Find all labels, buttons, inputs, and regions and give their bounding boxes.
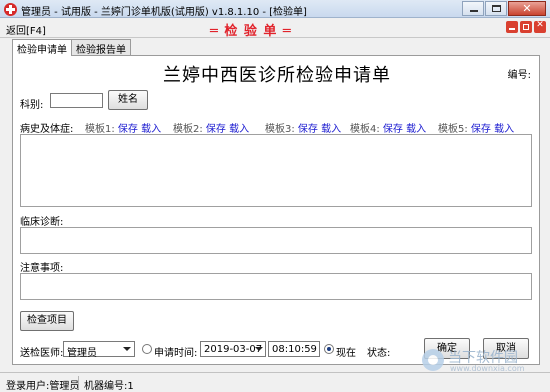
status-divider — [78, 376, 79, 389]
history-textarea[interactable] — [20, 134, 532, 207]
close-icon: ✕ — [522, 2, 532, 15]
template-2: 模板2: 保存 载入 — [173, 120, 249, 135]
notes-textarea[interactable] — [20, 273, 532, 300]
doctor-value: 管理员 — [67, 348, 97, 359]
mdi-minimize-icon — [509, 28, 515, 30]
diagnosis-textarea[interactable] — [20, 227, 532, 254]
name-button[interactable]: 姓名 — [108, 90, 148, 110]
chevron-down-icon — [255, 347, 263, 351]
template-3: 模板3: 保存 载入 — [265, 120, 341, 135]
diagnosis-label: 临床诊断: — [20, 217, 64, 228]
notes-label: 注意事项: — [20, 263, 64, 274]
status-label: 状态: — [367, 348, 391, 359]
time-value: 08:10:59 — [272, 344, 317, 355]
menu-bar: 返回[F4] ═ 检 验 单 ═ ✕ — [0, 18, 550, 39]
check-items-button[interactable]: 检查项目 — [20, 311, 74, 331]
lab-request-panel: 兰婷中西医诊所检验申请单 编号: 科别: 姓名 病史及体症: 模板1: 保存 载… — [12, 55, 540, 365]
mdi-restore-icon — [523, 24, 529, 30]
watermark: 当下软件园 www.downxia.com — [422, 347, 542, 375]
minimize-button[interactable] — [462, 1, 484, 16]
status-machine: 机器编号:1 — [84, 381, 134, 392]
apply-time-label: 申请时间: — [154, 348, 198, 359]
window-title: 管理员 - 试用版 - 兰婷门诊单机版(试用版) v1.8.1.10 - [检验… — [21, 7, 307, 18]
tab-strip: 检验申请单 检验报告单 — [12, 39, 131, 56]
mdi-minimize-button[interactable] — [506, 21, 518, 33]
mdi-controls: ✕ — [504, 20, 546, 33]
history-label: 病史及体症: — [20, 124, 74, 135]
app-icon — [4, 3, 17, 16]
number-label: 编号: — [507, 70, 531, 81]
date-picker[interactable]: 2019-03-07 — [200, 341, 266, 357]
back-button[interactable]: 返回[F4] — [6, 22, 46, 37]
department-input[interactable] — [50, 93, 103, 108]
form-title: 兰婷中西医诊所检验申请单 — [163, 65, 391, 86]
status-bar: 登录用户:管理员 机器编号:1 — [0, 372, 550, 392]
doctor-select[interactable]: 管理员 — [63, 341, 135, 359]
status-user: 登录用户:管理员 — [6, 381, 80, 392]
close-button[interactable]: ✕ — [508, 1, 546, 16]
time-picker[interactable]: 08:10:59 — [268, 341, 320, 357]
watermark-logo-icon — [422, 349, 444, 371]
maximize-icon — [492, 5, 501, 12]
template-4: 模板4: 保存 载入 — [350, 120, 426, 135]
title-bar: 管理员 - 试用版 - 兰婷门诊单机版(试用版) v1.8.1.10 - [检验… — [0, 0, 550, 18]
department-label: 科别: — [20, 100, 44, 111]
apply-time-radio[interactable] — [142, 344, 152, 354]
mdi-restore-button[interactable] — [520, 21, 532, 33]
date-value: 2019-03-07 — [204, 344, 263, 355]
page-heading: ═ 检 验 单 ═ — [210, 24, 292, 39]
mdi-close-icon: ✕ — [536, 20, 544, 30]
now-label: 现在 — [336, 348, 356, 359]
window-controls: ✕ — [461, 1, 546, 16]
tab-lab-request[interactable]: 检验申请单 — [12, 39, 72, 56]
maximize-button[interactable] — [485, 1, 507, 16]
template-1: 模板1: 保存 载入 — [85, 120, 161, 135]
minimize-icon — [470, 10, 478, 12]
template-5: 模板5: 保存 载入 — [438, 120, 514, 135]
tab-lab-report[interactable]: 检验报告单 — [71, 39, 131, 56]
mdi-close-button[interactable]: ✕ — [534, 20, 546, 33]
now-radio[interactable] — [324, 344, 334, 354]
chevron-down-icon — [123, 347, 131, 351]
doctor-label: 送检医师: — [20, 348, 64, 359]
